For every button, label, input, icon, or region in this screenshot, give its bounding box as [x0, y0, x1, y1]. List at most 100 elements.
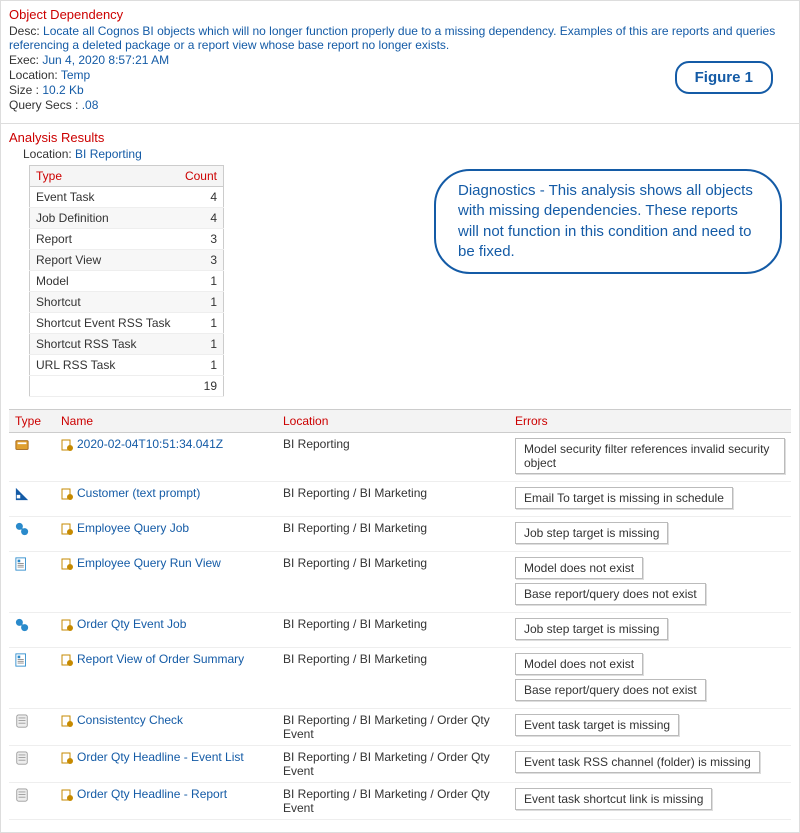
size-value: 10.2 Kb [42, 83, 83, 97]
row-type-icon [9, 746, 55, 783]
results-header-name: Name [55, 410, 277, 433]
summary-count: 1 [178, 313, 223, 334]
summary-count: 3 [178, 229, 223, 250]
exec-link[interactable]: Jun 4, 2020 8:57:21 AM [42, 53, 169, 67]
summary-row: Shortcut1 [30, 292, 224, 313]
results-row: Consistentcy Check BI Reporting / BI Mark… [9, 709, 791, 746]
summary-total: 19 [178, 376, 223, 397]
analysis-location-label: Location: [23, 147, 72, 161]
summary-count: 3 [178, 250, 223, 271]
summary-header-type: Type [30, 166, 179, 187]
summary-count: 1 [178, 271, 223, 292]
error-chip: Model security filter references invalid… [515, 438, 785, 474]
summary-row: Report3 [30, 229, 224, 250]
row-location: BI Reporting / BI Marketing [277, 517, 509, 552]
results-row: Order Qty Event Job BI Reporting / BI Mar… [9, 613, 791, 648]
summary-row: Shortcut RSS Task1 [30, 334, 224, 355]
summary-table: Type Count Event Task4Job Definition4Rep… [29, 165, 224, 397]
row-location: BI Reporting / BI Marketing / Order Qty … [277, 746, 509, 783]
results-row: Order Qty Headline - Report BI Reporting … [9, 783, 791, 820]
results-row: Employee Query Run View BI Reporting / BI… [9, 552, 791, 613]
summary-type: Shortcut RSS Task [30, 334, 179, 355]
diagnostics-callout: Diagnostics - This analysis shows all ob… [434, 169, 782, 274]
row-location: BI Reporting / BI Marketing [277, 482, 509, 517]
object-name-link[interactable]: Order Qty Event Job [77, 617, 186, 631]
desc-link[interactable]: Locate all Cognos BI objects which will … [9, 24, 775, 52]
object-icon [61, 437, 77, 451]
error-chip: Job step target is missing [515, 522, 668, 544]
results-row: Employee Query Job BI Reporting / BI Mark… [9, 517, 791, 552]
object-name-link[interactable]: Customer (text prompt) [77, 486, 200, 500]
error-chip: Event task target is missing [515, 714, 679, 736]
row-type-icon [9, 433, 55, 482]
object-icon [61, 652, 77, 666]
summary-type: Report View [30, 250, 179, 271]
summary-header-count: Count [178, 166, 223, 187]
location-link[interactable]: Temp [61, 68, 90, 82]
object-name-link[interactable]: Order Qty Headline - Report [77, 787, 227, 801]
summary-count: 4 [178, 208, 223, 229]
row-errors: Model security filter references invalid… [509, 433, 791, 482]
analysis-location-link[interactable]: BI Reporting [75, 147, 142, 161]
exec-label: Exec: [9, 53, 39, 67]
summary-row: Job Definition4 [30, 208, 224, 229]
object-name-link[interactable]: Employee Query Run View [77, 556, 221, 570]
object-name-link[interactable]: Report View of Order Summary [77, 652, 244, 666]
row-location: BI Reporting / BI Marketing [277, 648, 509, 709]
error-chip: Event task shortcut link is missing [515, 788, 712, 810]
row-errors: Email To target is missing in schedule [509, 482, 791, 517]
row-errors: Event task RSS channel (folder) is missi… [509, 746, 791, 783]
divider [1, 123, 799, 124]
row-location: BI Reporting / BI Marketing / Order Qty … [277, 709, 509, 746]
results-header-errors: Errors [509, 410, 791, 433]
row-type-icon [9, 552, 55, 613]
desc-row: Desc: Locate all Cognos BI objects which… [9, 24, 791, 52]
error-chip: Base report/query does not exist [515, 583, 706, 605]
error-chip: Model does not exist [515, 557, 643, 579]
summary-count: 1 [178, 292, 223, 313]
summary-row: Shortcut Event RSS Task1 [30, 313, 224, 334]
figure-badge: Figure 1 [675, 61, 773, 94]
error-chip: Job step target is missing [515, 618, 668, 640]
row-errors: Model does not existBase report/query do… [509, 648, 791, 709]
row-errors: Model does not exist Base report/query do… [509, 552, 791, 613]
summary-type: Event Task [30, 187, 179, 208]
row-location: BI Reporting / BI Marketing [277, 613, 509, 648]
exec-row: Exec: Jun 4, 2020 8:57:21 AM [9, 53, 791, 67]
row-type-icon [9, 709, 55, 746]
error-chip: Email To target is missing in schedule [515, 487, 733, 509]
summary-type: Shortcut [30, 292, 179, 313]
row-location: BI Reporting [277, 433, 509, 482]
object-name-link[interactable]: Employee Query Job [77, 521, 189, 535]
results-row: Order Qty Headline - Event List BI Report… [9, 746, 791, 783]
row-errors: Job step target is missing [509, 517, 791, 552]
results-header-type: Type [9, 410, 55, 433]
analysis-location-row: Location: BI Reporting [23, 147, 791, 161]
results-row: Customer (text prompt) BI Reporting / BI … [9, 482, 791, 517]
results-table: Type Name Location Errors 2020-02-04T10:… [9, 409, 791, 820]
results-row: Report View of Order Summary BI Reporting… [9, 648, 791, 709]
row-location: BI Reporting / BI Marketing [277, 552, 509, 613]
error-chip: Event task RSS channel (folder) is missi… [515, 751, 760, 773]
summary-row: Model1 [30, 271, 224, 292]
results-row: 2020-02-04T10:51:34.041Z BI ReportingMode… [9, 433, 791, 482]
object-icon [61, 713, 77, 727]
object-name-link[interactable]: Consistentcy Check [77, 713, 183, 727]
summary-type: Shortcut Event RSS Task [30, 313, 179, 334]
query-secs-row: Query Secs : .08 [9, 98, 791, 112]
summary-row: Report View3 [30, 250, 224, 271]
location-label: Location: [9, 68, 58, 82]
object-icon [61, 617, 77, 631]
error-chip: Model does not exist [515, 653, 643, 675]
summary-count: 4 [178, 187, 223, 208]
object-name-link[interactable]: Order Qty Headline - Event List [77, 750, 244, 764]
object-name-link[interactable]: 2020-02-04T10:51:34.041Z [77, 437, 223, 451]
row-location: BI Reporting / BI Marketing / Order Qty … [277, 783, 509, 820]
summary-count: 1 [178, 334, 223, 355]
query-secs-value: .08 [82, 98, 99, 112]
row-errors: Job step target is missing [509, 613, 791, 648]
summary-total-row: 19 [30, 376, 224, 397]
row-type-icon [9, 482, 55, 517]
row-type-icon [9, 783, 55, 820]
object-icon [61, 787, 77, 801]
